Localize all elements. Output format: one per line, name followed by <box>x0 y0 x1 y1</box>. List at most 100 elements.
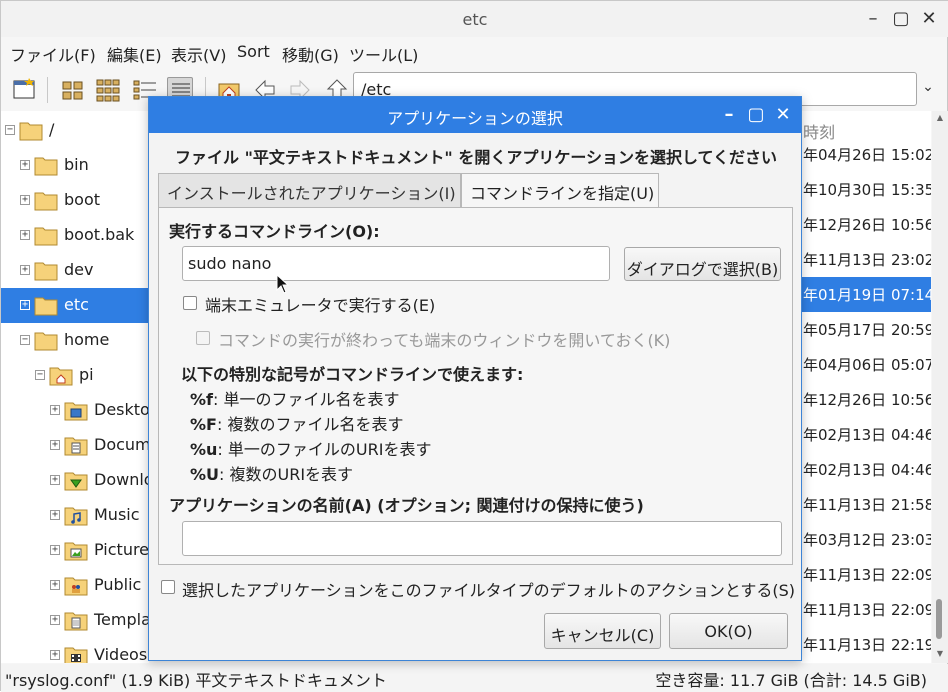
file-row[interactable]: 年12月26日 10:56 <box>801 382 931 417</box>
menu-tools[interactable]: ツール(L) <box>349 42 418 66</box>
file-row[interactable]: 年04月06日 05:07 <box>801 347 931 382</box>
run-in-terminal-checkbox[interactable] <box>183 296 197 310</box>
thumbnail-view-icon[interactable] <box>95 77 121 103</box>
menu-go[interactable]: 移動(G) <box>282 42 339 66</box>
run-in-terminal-label[interactable]: 端末エミュレータで実行する(E) <box>205 292 435 316</box>
tree-item[interactable]: + Music <box>1 498 149 533</box>
close-icon[interactable]: ✕ <box>919 9 939 29</box>
tree-item[interactable]: + Documents <box>1 428 149 463</box>
minimize-icon[interactable]: – <box>863 9 883 29</box>
menu-sort[interactable]: Sort <box>237 42 270 61</box>
menu-file[interactable]: ファイル(F) <box>10 42 96 66</box>
tree-item[interactable]: + Downloads <box>1 463 149 498</box>
expand-icon[interactable]: + <box>20 300 30 310</box>
tree-item[interactable]: + etc <box>1 288 149 323</box>
expand-icon[interactable]: + <box>50 510 60 520</box>
application-name-input[interactable] <box>182 521 782 556</box>
close-icon[interactable]: ✕ <box>773 105 793 125</box>
code-description: : 単一のファイル名を表す <box>213 390 400 409</box>
file-row[interactable]: 年11月13日 22:09 <box>801 592 931 627</box>
folder-icon <box>34 294 58 316</box>
file-modified-time: 年05月17日 20:59 <box>803 321 931 339</box>
expand-icon[interactable]: + <box>50 440 60 450</box>
special-codes-heading: 以下の特別な記号がコマンドラインで使えます: <box>181 365 524 384</box>
column-header-time[interactable]: 時刻 <box>801 111 931 145</box>
chevron-down-icon[interactable]: ⌄ <box>917 79 939 101</box>
tree-item[interactable]: + boot.bak <box>1 218 149 253</box>
tree-item[interactable]: + bin <box>1 148 149 183</box>
collapse-icon[interactable]: − <box>35 370 45 380</box>
expand-icon[interactable]: + <box>50 615 60 625</box>
set-default-label[interactable]: 選択したアプリケーションをこのファイルタイプのデフォルトのアクションとする(S) <box>182 577 795 601</box>
icon-view-icon[interactable] <box>60 77 86 103</box>
minimize-icon[interactable]: – <box>719 105 739 125</box>
file-row[interactable]: 年01月19日 07:14 <box>801 277 931 312</box>
expand-icon[interactable]: + <box>20 230 30 240</box>
window-titlebar[interactable]: etc – ▢ ✕ <box>1 1 948 37</box>
tree-item[interactable]: + Public <box>1 568 149 603</box>
tree-item[interactable]: + Templates <box>1 603 149 638</box>
tree-item[interactable]: + Desktop <box>1 393 149 428</box>
scroll-up-icon[interactable]: ▲ <box>934 113 946 122</box>
cancel-button[interactable]: キャンセル(C) <box>544 613 661 649</box>
expand-icon[interactable]: + <box>50 405 60 415</box>
expand-icon[interactable]: + <box>20 195 30 205</box>
file-row[interactable]: 年02月13日 04:46 <box>801 417 931 452</box>
ok-button[interactable]: OK(O) <box>669 613 788 649</box>
tree-item-label: Templates <box>94 610 149 629</box>
maximize-icon[interactable]: ▢ <box>891 9 911 29</box>
tree-item[interactable]: + dev <box>1 253 149 288</box>
tree-item[interactable]: − pi <box>1 358 149 393</box>
file-modified-time: 年11月13日 22:09 <box>803 566 931 584</box>
collapse-icon[interactable]: − <box>20 335 30 345</box>
file-row[interactable]: 年11月13日 22:19 <box>801 627 931 662</box>
file-row[interactable]: 年11月13日 21:58 <box>801 487 931 522</box>
menu-view[interactable]: 表示(V) <box>171 42 226 66</box>
expand-icon[interactable]: + <box>50 650 60 660</box>
new-window-icon[interactable] <box>12 77 38 103</box>
tree-item[interactable]: + Pictures <box>1 533 149 568</box>
tab-label: コマンドラインを指定(U) <box>470 184 655 203</box>
maximize-icon[interactable]: ▢ <box>746 105 766 125</box>
file-modified-time: 年11月13日 23:02 <box>803 251 931 269</box>
expand-icon[interactable]: + <box>20 160 30 170</box>
keep-terminal-open-checkbox[interactable] <box>196 331 210 345</box>
file-row[interactable]: 年11月13日 23:02 <box>801 242 931 277</box>
tree-item-label: boot.bak <box>64 225 135 244</box>
command-line-input[interactable]: sudo nano <box>182 246 610 281</box>
keep-terminal-open-label[interactable]: コマンドの実行が終わっても端末のウィンドウを開いておく(K) <box>218 327 670 351</box>
tab-custom-command[interactable]: コマンドラインを指定(U) <box>461 173 659 208</box>
expand-icon[interactable]: + <box>50 580 60 590</box>
file-row[interactable]: 年03月12日 23:03 <box>801 522 931 557</box>
tree-item[interactable]: + Videos <box>1 638 149 663</box>
scroll-down-icon[interactable]: ▼ <box>934 649 946 658</box>
folder-icon <box>34 189 58 211</box>
file-row[interactable]: 年05月17日 20:59 <box>801 312 931 347</box>
scrollbar-thumb[interactable] <box>936 599 942 639</box>
file-row[interactable]: 年02月13日 04:46 <box>801 452 931 487</box>
cancel-button-label: キャンセル(C) <box>550 626 655 645</box>
folder-icon <box>19 119 43 141</box>
tree-item-label: bin <box>64 155 89 174</box>
tree-item[interactable]: + boot <box>1 183 149 218</box>
dialog-titlebar[interactable]: アプリケーションの選択 – ▢ ✕ <box>149 97 801 133</box>
tree-item[interactable]: − home <box>1 323 149 358</box>
toolbar-separator <box>47 77 48 103</box>
tab-installed-apps[interactable]: インストールされたアプリケーション(I) <box>158 173 461 207</box>
file-row[interactable]: 年12月26日 10:56 <box>801 207 931 242</box>
command-line-value: sudo nano <box>188 254 272 273</box>
tree-item[interactable]: − / <box>1 113 149 148</box>
folder-icon <box>34 259 58 281</box>
vertical-scrollbar[interactable]: ▲ ▼ <box>932 111 948 663</box>
set-default-checkbox[interactable] <box>161 580 175 594</box>
expand-icon[interactable]: + <box>20 265 30 275</box>
file-row[interactable]: 年10月30日 15:35 <box>801 172 931 207</box>
file-row[interactable]: 年11月13日 22:09 <box>801 557 931 592</box>
expand-icon[interactable]: + <box>50 545 60 555</box>
status-free-space: 空き容量: 11.7 GiB (合計: 14.5 GiB) <box>655 671 927 690</box>
browse-button[interactable]: ダイアログで選択(B) <box>624 247 781 281</box>
collapse-icon[interactable]: − <box>5 125 15 135</box>
tree-item-label: Music <box>94 505 140 524</box>
menu-edit[interactable]: 編集(E) <box>107 42 162 66</box>
expand-icon[interactable]: + <box>50 475 60 485</box>
